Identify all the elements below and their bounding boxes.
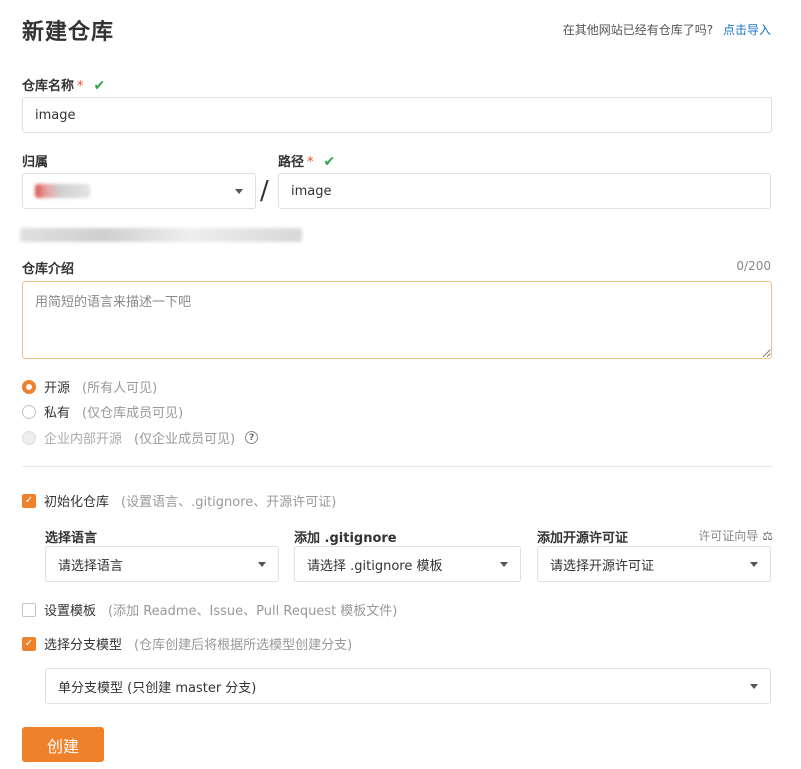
page-title: 新建仓库: [22, 20, 115, 45]
visibility-option-hint: (仅仓库成员可见): [82, 406, 184, 421]
init-repo-hint: (设置语言、.gitignore、开源许可证): [121, 495, 337, 510]
required-mark: *: [77, 79, 84, 94]
init-repo-checkbox-row[interactable]: ✓ 初始化仓库 (设置语言、.gitignore、开源许可证): [22, 491, 336, 510]
owner-label: 归属: [22, 155, 49, 170]
branch-model-hint: (仓库创建后将根据所选模型创建分支): [134, 638, 353, 653]
template-checkbox-row[interactable]: 设置模板 (添加 Readme、Issue、Pull Request 模板文件): [22, 600, 397, 619]
init-repo-label: 初始化仓库: [44, 495, 110, 510]
radio-icon[interactable]: [22, 404, 36, 419]
visibility-option-public[interactable]: 开源 (所有人可见): [22, 377, 157, 396]
question-icon[interactable]: ?: [245, 431, 259, 444]
chevron-down-icon: [235, 188, 243, 194]
license-guide-text: 许可证向导: [698, 529, 759, 543]
repo-name-input[interactable]: image: [22, 97, 772, 133]
import-prompt: 在其他网站已经有仓库了吗? 点击导入: [563, 21, 771, 38]
path-separator: /: [260, 176, 269, 206]
gitignore-select-value: 请选择 .gitignore 模板: [307, 558, 443, 574]
import-link[interactable]: 点击导入: [723, 23, 771, 37]
license-guide-link[interactable]: 许可证向导 ⚖: [698, 527, 773, 544]
checkbox-checked-icon[interactable]: ✓: [22, 493, 36, 508]
check-icon: ✔: [93, 78, 106, 94]
template-label: 设置模板: [44, 604, 97, 619]
gitignore-label: 添加 .gitignore: [294, 531, 397, 546]
license-select-value: 请选择开源许可证: [550, 558, 655, 574]
path-label: 路径 * ✔: [278, 151, 335, 170]
scale-icon: ⚖: [762, 528, 773, 543]
description-label: 仓库介绍: [22, 262, 75, 277]
visibility-option-label: 开源: [44, 381, 71, 396]
required-mark: *: [307, 155, 314, 170]
create-button[interactable]: 创建: [22, 727, 104, 762]
owner-avatar-redacted: [35, 184, 90, 198]
visibility-option-label: 私有: [44, 406, 71, 421]
language-select-value: 请选择语言: [58, 558, 124, 574]
checkbox-checked-icon[interactable]: ✓: [22, 636, 36, 651]
visibility-option-hint: (所有人可见): [82, 381, 158, 396]
repo-name-label: 仓库名称 * ✔: [22, 75, 105, 94]
divider: [22, 466, 772, 467]
visibility-option-enterprise: 企业内部开源 (仅企业成员可见) ?: [22, 428, 259, 447]
visibility-option-hint: (仅企业成员可见): [134, 432, 236, 447]
chevron-down-icon: [750, 683, 758, 689]
language-label: 选择语言: [45, 531, 98, 546]
template-hint: (添加 Readme、Issue、Pull Request 模板文件): [108, 604, 398, 619]
branch-model-select-value: 单分支模型 (只创建 master 分支): [58, 680, 257, 696]
radio-icon-selected[interactable]: [22, 379, 36, 394]
path-label-text: 路径: [278, 155, 305, 170]
gitignore-select[interactable]: 请选择 .gitignore 模板: [294, 546, 521, 582]
visibility-option-label: 企业内部开源: [44, 432, 123, 447]
license-label: 添加开源许可证: [537, 531, 629, 546]
chevron-down-icon: [500, 561, 508, 567]
owner-select[interactable]: [22, 173, 256, 209]
language-select[interactable]: 请选择语言: [45, 546, 279, 582]
visibility-option-private[interactable]: 私有 (仅仓库成员可见): [22, 402, 183, 421]
repo-url-redacted: [20, 228, 302, 242]
chevron-down-icon: [258, 561, 266, 567]
new-repo-page: 新建仓库 在其他网站已经有仓库了吗? 点击导入 仓库名称 * ✔ image 归属 …: [0, 0, 801, 769]
path-input[interactable]: image: [278, 173, 771, 209]
chevron-down-icon: [750, 561, 758, 567]
description-textarea[interactable]: [22, 281, 772, 359]
branch-model-select[interactable]: 单分支模型 (只创建 master 分支): [45, 668, 771, 704]
import-prompt-text: 在其他网站已经有仓库了吗?: [562, 23, 714, 37]
radio-icon-disabled: [22, 430, 36, 445]
branch-model-label: 选择分支模型: [44, 638, 123, 653]
checkbox-icon[interactable]: [22, 602, 36, 617]
check-icon: ✔: [323, 154, 336, 170]
description-counter: 0/200: [736, 259, 771, 273]
branch-model-checkbox-row[interactable]: ✓ 选择分支模型 (仓库创建后将根据所选模型创建分支): [22, 634, 352, 653]
repo-name-label-text: 仓库名称: [22, 79, 75, 94]
license-select[interactable]: 请选择开源许可证: [537, 546, 771, 582]
repo-name-value: image: [35, 107, 76, 123]
path-value: image: [291, 183, 332, 199]
